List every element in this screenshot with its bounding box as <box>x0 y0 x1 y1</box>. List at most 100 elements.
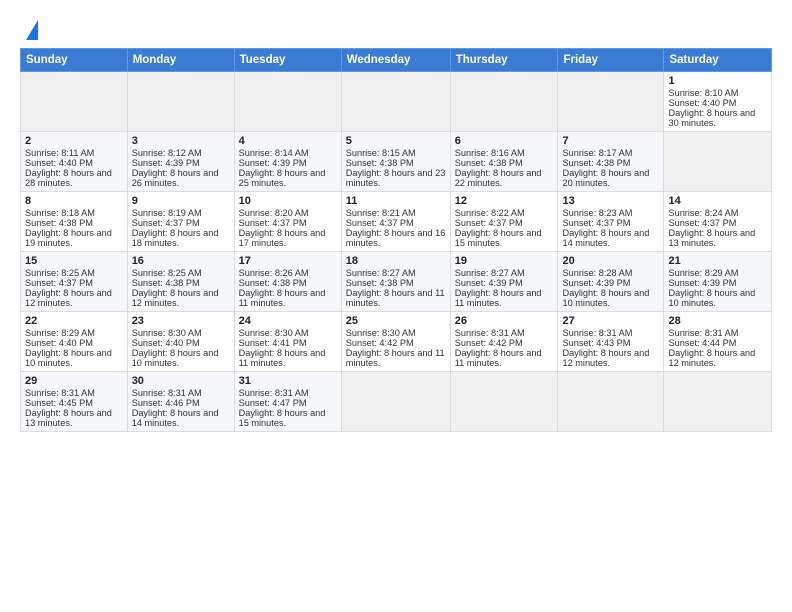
calendar-cell: 31Sunrise: 8:31 AMSunset: 4:47 PMDayligh… <box>234 372 341 432</box>
day-number: 15 <box>25 255 123 267</box>
sunrise-text: Sunrise: 8:12 AM <box>132 148 202 158</box>
daylight-text: Daylight: 8 hours and 20 minutes. <box>562 168 649 188</box>
daylight-text: Daylight: 8 hours and 11 minutes. <box>455 288 542 308</box>
calendar-cell: 26Sunrise: 8:31 AMSunset: 4:42 PMDayligh… <box>450 312 558 372</box>
day-number: 17 <box>239 255 337 267</box>
calendar-row: 2Sunrise: 8:11 AMSunset: 4:40 PMDaylight… <box>21 132 772 192</box>
sunset-text: Sunset: 4:39 PM <box>132 158 200 168</box>
calendar-cell <box>558 372 664 432</box>
sunset-text: Sunset: 4:37 PM <box>132 218 200 228</box>
daylight-text: Daylight: 8 hours and 10 minutes. <box>25 348 112 368</box>
sunrise-text: Sunrise: 8:20 AM <box>239 208 309 218</box>
day-number: 24 <box>239 315 337 327</box>
day-number: 19 <box>455 255 554 267</box>
calendar-cell <box>664 372 772 432</box>
sunset-text: Sunset: 4:42 PM <box>346 338 414 348</box>
calendar-cell: 1Sunrise: 8:10 AMSunset: 4:40 PMDaylight… <box>664 72 772 132</box>
day-number: 29 <box>25 375 123 387</box>
calendar-cell: 20Sunrise: 8:28 AMSunset: 4:39 PMDayligh… <box>558 252 664 312</box>
sunset-text: Sunset: 4:39 PM <box>668 278 736 288</box>
sunset-text: Sunset: 4:38 PM <box>562 158 630 168</box>
day-number: 9 <box>132 195 230 207</box>
sunset-text: Sunset: 4:37 PM <box>25 278 93 288</box>
sunset-text: Sunset: 4:38 PM <box>346 278 414 288</box>
calendar-cell: 7Sunrise: 8:17 AMSunset: 4:38 PMDaylight… <box>558 132 664 192</box>
logo <box>20 18 38 40</box>
day-number: 3 <box>132 135 230 147</box>
day-number: 2 <box>25 135 123 147</box>
day-number: 16 <box>132 255 230 267</box>
calendar-header-friday: Friday <box>558 49 664 72</box>
day-number: 22 <box>25 315 123 327</box>
sunrise-text: Sunrise: 8:31 AM <box>668 328 738 338</box>
daylight-text: Daylight: 8 hours and 12 minutes. <box>562 348 649 368</box>
calendar-cell: 25Sunrise: 8:30 AMSunset: 4:42 PMDayligh… <box>341 312 450 372</box>
sunrise-text: Sunrise: 8:14 AM <box>239 148 309 158</box>
sunset-text: Sunset: 4:38 PM <box>455 158 523 168</box>
daylight-text: Daylight: 8 hours and 19 minutes. <box>25 228 112 248</box>
daylight-text: Daylight: 8 hours and 10 minutes. <box>668 288 755 308</box>
day-number: 28 <box>668 315 767 327</box>
calendar-header-wednesday: Wednesday <box>341 49 450 72</box>
sunrise-text: Sunrise: 8:29 AM <box>25 328 95 338</box>
calendar-cell: 4Sunrise: 8:14 AMSunset: 4:39 PMDaylight… <box>234 132 341 192</box>
day-number: 25 <box>346 315 446 327</box>
empty-cell <box>341 72 450 132</box>
daylight-text: Daylight: 8 hours and 25 minutes. <box>239 168 326 188</box>
daylight-text: Daylight: 8 hours and 28 minutes. <box>25 168 112 188</box>
page: SundayMondayTuesdayWednesdayThursdayFrid… <box>0 0 792 612</box>
sunrise-text: Sunrise: 8:31 AM <box>239 388 309 398</box>
daylight-text: Daylight: 8 hours and 15 minutes. <box>239 408 326 428</box>
calendar-cell: 9Sunrise: 8:19 AMSunset: 4:37 PMDaylight… <box>127 192 234 252</box>
daylight-text: Daylight: 8 hours and 11 minutes. <box>239 348 326 368</box>
sunrise-text: Sunrise: 8:21 AM <box>346 208 416 218</box>
daylight-text: Daylight: 8 hours and 26 minutes. <box>132 168 219 188</box>
sunset-text: Sunset: 4:47 PM <box>239 398 307 408</box>
calendar-cell: 6Sunrise: 8:16 AMSunset: 4:38 PMDaylight… <box>450 132 558 192</box>
calendar-cell: 23Sunrise: 8:30 AMSunset: 4:40 PMDayligh… <box>127 312 234 372</box>
sunset-text: Sunset: 4:40 PM <box>132 338 200 348</box>
calendar-header-tuesday: Tuesday <box>234 49 341 72</box>
daylight-text: Daylight: 8 hours and 10 minutes. <box>562 288 649 308</box>
sunset-text: Sunset: 4:38 PM <box>25 218 93 228</box>
sunrise-text: Sunrise: 8:28 AM <box>562 268 632 278</box>
sunrise-text: Sunrise: 8:31 AM <box>455 328 525 338</box>
calendar-cell: 21Sunrise: 8:29 AMSunset: 4:39 PMDayligh… <box>664 252 772 312</box>
day-number: 18 <box>346 255 446 267</box>
daylight: Daylight: 8 hours and 30 minutes. <box>668 108 755 128</box>
daylight-text: Daylight: 8 hours and 12 minutes. <box>25 288 112 308</box>
sunrise-text: Sunrise: 8:11 AM <box>25 148 94 158</box>
day-number: 21 <box>668 255 767 267</box>
empty-cell <box>234 72 341 132</box>
sunrise-text: Sunrise: 8:19 AM <box>132 208 202 218</box>
calendar-cell: 17Sunrise: 8:26 AMSunset: 4:38 PMDayligh… <box>234 252 341 312</box>
header <box>20 18 772 40</box>
daylight-text: Daylight: 8 hours and 13 minutes. <box>25 408 112 428</box>
sunrise-text: Sunrise: 8:18 AM <box>25 208 95 218</box>
calendar-cell: 10Sunrise: 8:20 AMSunset: 4:37 PMDayligh… <box>234 192 341 252</box>
calendar-row: 1Sunrise: 8:10 AMSunset: 4:40 PMDaylight… <box>21 72 772 132</box>
daylight-text: Daylight: 8 hours and 16 minutes. <box>346 228 446 248</box>
sunrise-text: Sunrise: 8:30 AM <box>239 328 309 338</box>
day-number: 4 <box>239 135 337 147</box>
daylight-text: Daylight: 8 hours and 11 minutes. <box>455 348 542 368</box>
day-number: 11 <box>346 195 446 207</box>
sunset-text: Sunset: 4:46 PM <box>132 398 200 408</box>
empty-cell <box>450 72 558 132</box>
empty-cell <box>558 72 664 132</box>
sunset-text: Sunset: 4:45 PM <box>25 398 93 408</box>
sunset-text: Sunset: 4:42 PM <box>455 338 523 348</box>
day-number: 12 <box>455 195 554 207</box>
sunset-text: Sunset: 4:43 PM <box>562 338 630 348</box>
daylight-text: Daylight: 8 hours and 12 minutes. <box>668 348 755 368</box>
day-number: 1 <box>668 75 767 87</box>
sunrise-text: Sunrise: 8:25 AM <box>132 268 202 278</box>
calendar-cell: 2Sunrise: 8:11 AMSunset: 4:40 PMDaylight… <box>21 132 128 192</box>
calendar-cell <box>664 132 772 192</box>
calendar-cell: 13Sunrise: 8:23 AMSunset: 4:37 PMDayligh… <box>558 192 664 252</box>
calendar-cell <box>341 372 450 432</box>
calendar-cell: 15Sunrise: 8:25 AMSunset: 4:37 PMDayligh… <box>21 252 128 312</box>
daylight-text: Daylight: 8 hours and 15 minutes. <box>455 228 542 248</box>
calendar-cell: 11Sunrise: 8:21 AMSunset: 4:37 PMDayligh… <box>341 192 450 252</box>
day-number: 10 <box>239 195 337 207</box>
